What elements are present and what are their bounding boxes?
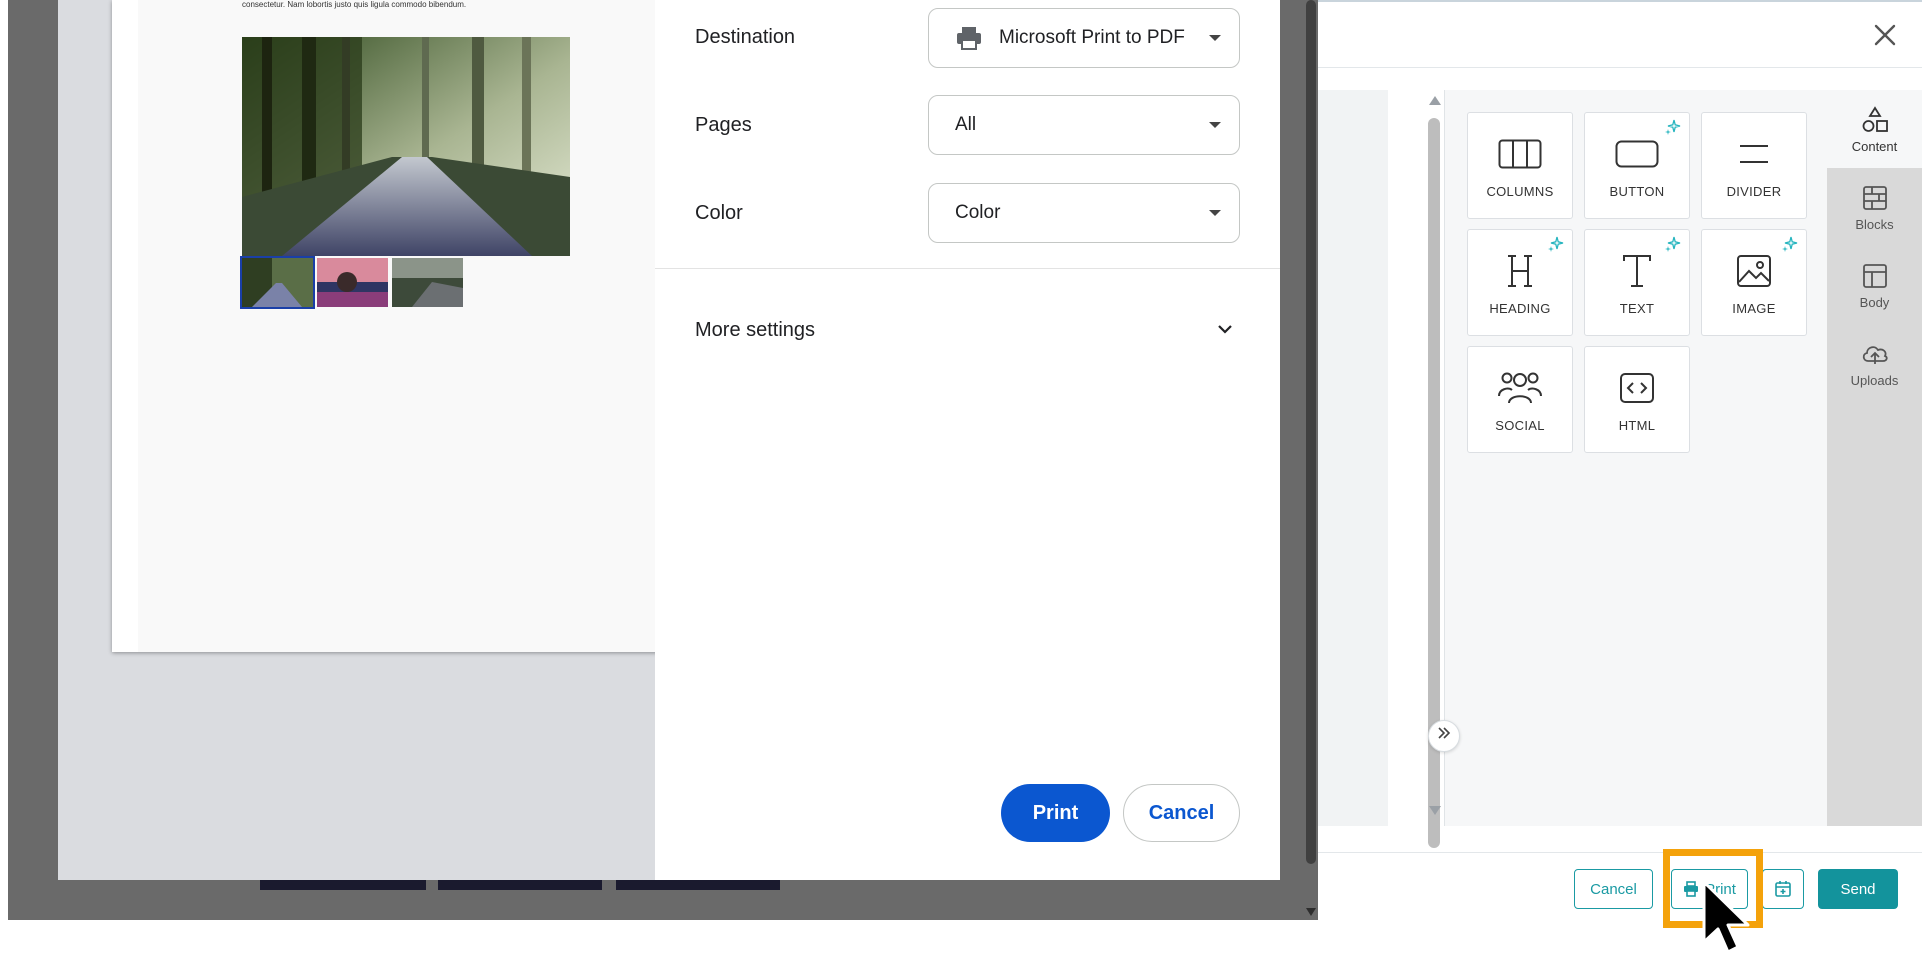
dialog-scrollbar[interactable] (1304, 0, 1318, 920)
tool-label: IMAGE (1732, 301, 1776, 316)
dropdown-caret-icon (1209, 35, 1221, 41)
print-preview-area[interactable]: consectetur. Nam lobortis justo quis lig… (58, 0, 701, 880)
preview-body-text: consectetur. Nam lobortis justo quis lig… (242, 0, 467, 9)
button-label: Print (1032, 801, 1079, 824)
collapse-panel-button[interactable] (1428, 720, 1460, 752)
tool-heading[interactable]: HEADING (1467, 229, 1573, 336)
mouse-cursor-icon (1702, 880, 1750, 954)
ai-sparkle-icon (1548, 236, 1564, 252)
dropdown-caret-icon (1209, 122, 1221, 128)
tool-label: SOCIAL (1495, 418, 1545, 433)
heading-icon (1498, 249, 1542, 293)
close-icon[interactable] (1870, 20, 1900, 50)
tool-social[interactable]: SOCIAL (1467, 346, 1573, 453)
double-chevron-right-icon (1438, 727, 1451, 739)
ai-sparkle-icon (1665, 236, 1681, 252)
image-icon (1732, 249, 1776, 293)
pages-select[interactable]: All (928, 95, 1240, 155)
side-tab-blocks[interactable]: Blocks (1827, 168, 1922, 246)
side-tab-content[interactable]: Content (1827, 90, 1922, 168)
tool-html[interactable]: HTML (1584, 346, 1690, 453)
editor-cancel-button[interactable]: Cancel (1574, 869, 1653, 909)
print-settings-panel: Destination Microsoft Print to PDF Pages… (655, 0, 1280, 880)
preview-thumbnail-forest (240, 256, 315, 309)
social-icon (1498, 366, 1542, 410)
tool-image[interactable]: IMAGE (1701, 229, 1807, 336)
preview-hero-image (242, 37, 570, 256)
color-label: Color (695, 202, 743, 224)
button-icon (1615, 132, 1659, 176)
print-button[interactable]: Print (1001, 784, 1110, 842)
color-select[interactable]: Color (928, 183, 1240, 243)
cloud-upload-icon (1862, 345, 1888, 364)
tool-button[interactable]: BUTTON (1584, 112, 1690, 219)
editor-top-border (1310, 0, 1922, 2)
tool-label: HTML (1618, 418, 1656, 433)
pages-value: All (955, 114, 977, 135)
tool-label: TEXT (1619, 301, 1655, 316)
screen: COLUMNS BUTTON DIVIDER HEADING TEXT IMAG… (0, 0, 1922, 960)
send-button[interactable]: Send (1818, 869, 1898, 909)
print-dialog-frame: consectetur. Nam lobortis justo quis lig… (8, 0, 1318, 920)
dropdown-caret-icon (1209, 210, 1221, 216)
side-tab-label: Body (1859, 294, 1890, 310)
calendar-add-icon (1775, 881, 1791, 897)
tool-label: BUTTON (1609, 184, 1665, 199)
destination-label: Destination (695, 26, 796, 48)
scrollbar-thumb[interactable] (1306, 0, 1316, 864)
columns-icon (1498, 132, 1542, 176)
destination-value: Microsoft Print to PDF (999, 27, 1185, 48)
content-tools-panel: COLUMNS BUTTON DIVIDER HEADING TEXT IMAG… (1445, 90, 1827, 826)
editor-scrollbar[interactable] (1424, 90, 1446, 848)
ai-sparkle-icon (1782, 236, 1798, 252)
divider-icon (1732, 132, 1776, 176)
printer-icon (957, 27, 981, 50)
tool-label: COLUMNS (1486, 184, 1554, 199)
pages-label: Pages (695, 114, 752, 136)
editor-header-divider (1310, 67, 1922, 68)
button-label: Cancel (1148, 801, 1215, 824)
tool-label: HEADING (1489, 301, 1551, 316)
scroll-down-icon[interactable] (1306, 908, 1316, 916)
side-tab-body[interactable]: Body (1827, 246, 1922, 324)
side-tab-uploads[interactable]: Uploads (1827, 324, 1922, 402)
side-tab-label: Content (1851, 138, 1898, 154)
tool-label: DIVIDER (1726, 184, 1782, 199)
chevron-down-icon (1218, 325, 1232, 334)
tool-columns[interactable]: COLUMNS (1467, 112, 1573, 219)
layout-icon (1862, 263, 1887, 288)
button-label: Send (1840, 880, 1876, 898)
button-label: Cancel (1590, 880, 1637, 898)
editor-side-tabs: Content Blocks Body Uploads (1827, 90, 1922, 826)
scroll-up-icon[interactable] (1429, 96, 1441, 105)
side-tab-label: Uploads (1850, 372, 1899, 388)
destination-select[interactable]: Microsoft Print to PDF (928, 8, 1240, 68)
scroll-down-icon[interactable] (1429, 806, 1441, 815)
tool-text[interactable]: TEXT (1584, 229, 1690, 336)
color-value: Color (955, 202, 1001, 223)
preview-thumbnail-trail (392, 258, 463, 307)
more-settings-label: More settings (695, 318, 816, 341)
schedule-button[interactable] (1762, 869, 1804, 909)
more-settings-toggle[interactable]: More settings (695, 312, 1240, 348)
side-tab-label: Blocks (1855, 216, 1894, 232)
html-icon (1615, 366, 1659, 410)
cancel-button[interactable]: Cancel (1123, 784, 1240, 842)
text-icon (1615, 249, 1659, 293)
preview-thumbnail-sunset (317, 258, 388, 307)
editor-footer-divider (1310, 852, 1922, 853)
tool-divider[interactable]: DIVIDER (1701, 112, 1807, 219)
blocks-icon (1862, 185, 1887, 210)
shapes-icon (1862, 105, 1888, 132)
settings-divider (655, 268, 1280, 269)
editor-canvas[interactable] (1310, 90, 1388, 826)
ai-sparkle-icon (1665, 119, 1681, 135)
